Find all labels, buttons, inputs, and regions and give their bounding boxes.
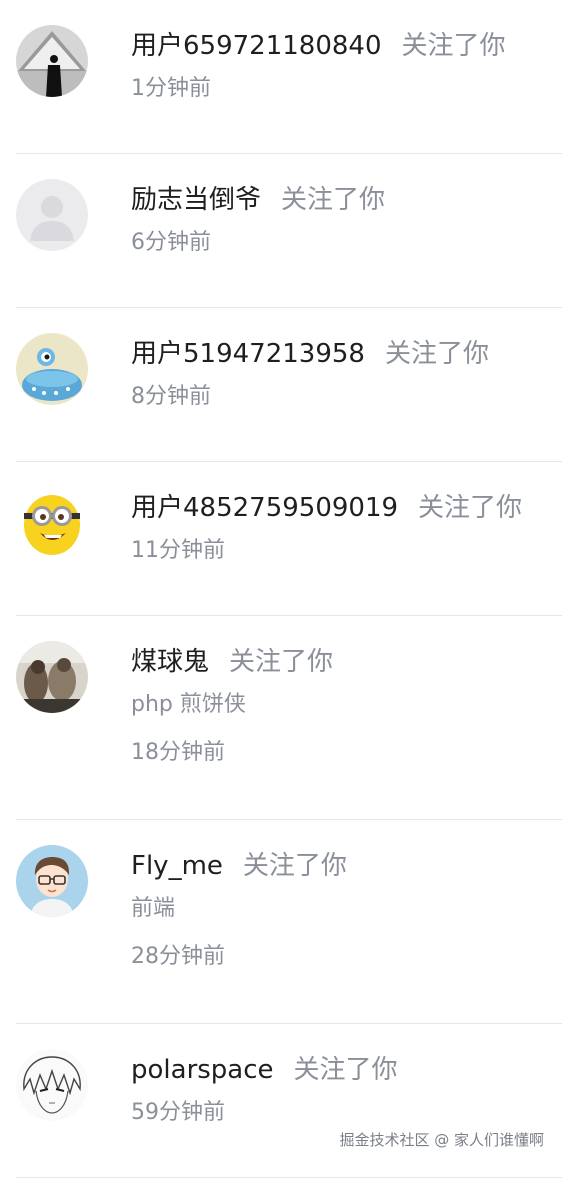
avatar[interactable]	[16, 1049, 88, 1121]
username-link[interactable]: 用户4852759509019	[131, 493, 398, 523]
title-line: 励志当倒爷 关注了你	[131, 184, 385, 216]
title-line: Fly_me 关注了你	[131, 850, 347, 882]
follow-action-text: 关注了你	[281, 185, 386, 215]
timestamp: 1分钟前	[131, 76, 211, 101]
photo-avatar-icon	[16, 641, 88, 713]
watermark: 掘金技术社区 @ 家人们谁懂啊	[339, 1131, 544, 1149]
follow-action-text: 关注了你	[293, 1055, 398, 1085]
follow-action-text: 关注了你	[242, 851, 347, 881]
follow-action-text: 关注了你	[229, 647, 334, 677]
glasses-boy-avatar-icon	[16, 845, 88, 917]
robot-avatar-icon	[16, 333, 88, 405]
timestamp: 11分钟前	[131, 538, 225, 563]
anime-sketch-avatar-icon	[16, 1049, 88, 1121]
username-link[interactable]: 励志当倒爷	[131, 185, 261, 215]
timestamp: 59分钟前	[131, 1100, 225, 1125]
avatar[interactable]	[16, 641, 88, 713]
default-avatar-icon	[16, 179, 88, 251]
user-bio: 前端	[131, 896, 176, 921]
avatar[interactable]	[16, 333, 88, 405]
follow-action-text: 关注了你	[418, 493, 523, 523]
follow-action-text: 关注了你	[401, 31, 506, 61]
timestamp: 8分钟前	[131, 384, 211, 409]
avatar[interactable]	[16, 25, 88, 97]
avatar[interactable]	[16, 487, 88, 559]
title-line: 用户659721180840 关注了你	[131, 30, 506, 62]
follow-action-text: 关注了你	[384, 339, 489, 369]
title-line: 用户51947213958 关注了你	[131, 338, 489, 370]
timestamp: 6分钟前	[131, 230, 211, 255]
title-line: 用户4852759509019 关注了你	[131, 492, 522, 524]
list-item[interactable]: polarspace 关注了你 59分钟前	[16, 1024, 562, 1178]
timestamp: 18分钟前	[131, 740, 225, 765]
list-item[interactable]: 用户4852759509019 关注了你 11分钟前	[16, 462, 562, 616]
username-link[interactable]: 用户51947213958	[131, 339, 365, 369]
avatar[interactable]	[16, 179, 88, 251]
notification-list: 用户659721180840关注了你 1分钟前 励志当倒爷关注了你 6分钟前	[0, 0, 562, 1178]
avatar-triangle-icon	[16, 25, 88, 97]
username-link[interactable]: polarspace	[131, 1055, 274, 1085]
username-link[interactable]: Fly_me	[131, 851, 223, 881]
timestamp: 28分钟前	[131, 944, 225, 969]
list-item[interactable]: 用户659721180840 关注了你 1分钟前	[16, 0, 562, 154]
list-item[interactable]: 励志当倒爷 关注了你 6分钟前	[16, 154, 562, 308]
username-link[interactable]: 煤球鬼	[131, 647, 209, 677]
list-item[interactable]: Fly_me 关注了你 前端 28分钟前	[16, 820, 562, 1024]
avatar[interactable]	[16, 845, 88, 917]
user-bio: php 煎饼侠	[131, 692, 246, 717]
minion-avatar-icon	[16, 487, 88, 559]
list-item[interactable]: 用户51947213958 关注了你 8分钟前	[16, 308, 562, 462]
title-line: 煤球鬼 关注了你	[131, 646, 333, 678]
username-link[interactable]: 用户659721180840	[131, 31, 382, 61]
title-line: polarspace 关注了你	[131, 1054, 398, 1086]
list-item[interactable]: 煤球鬼 关注了你 php 煎饼侠 18分钟前	[16, 616, 562, 820]
